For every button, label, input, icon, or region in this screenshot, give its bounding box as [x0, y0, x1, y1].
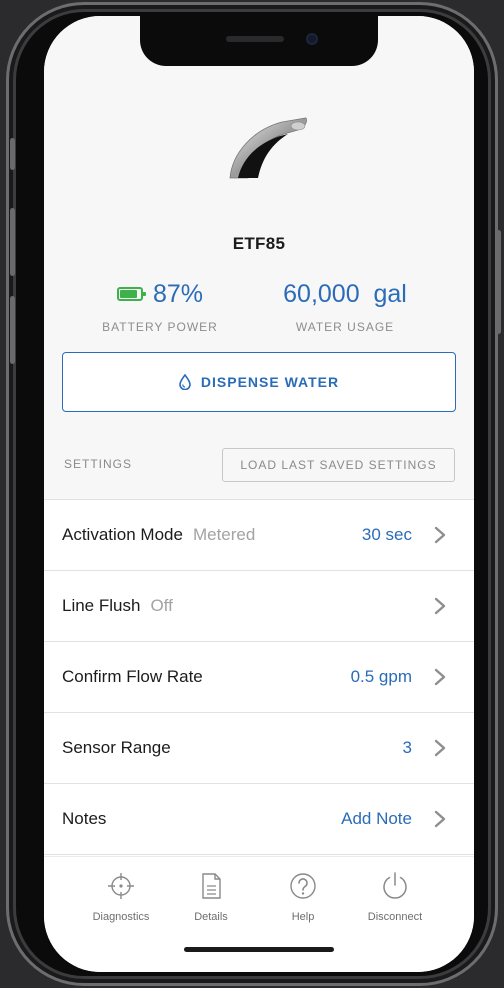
speaker-grille: [226, 36, 284, 42]
chevron-right-icon: [434, 668, 446, 686]
tab-diagnostics[interactable]: Diagnostics: [76, 871, 166, 923]
battery-value: 87%: [152, 279, 204, 308]
faucet-image: [229, 117, 307, 179]
settings-list: Activation Mode Metered 30 sec Line Flus…: [44, 500, 474, 855]
tab-label: Diagnostics: [92, 911, 150, 923]
battery-icon: [116, 287, 146, 301]
settings-section-label: SETTINGS: [64, 457, 133, 471]
setting-label: Activation Mode: [62, 525, 183, 544]
device-summary: ETF85 87% BATTERY POWER 60,000 gal WATER…: [44, 16, 474, 430]
water-usage-value: 60,000 gal: [283, 279, 407, 308]
tab-label: Details: [194, 911, 228, 923]
chevron-right-icon: [434, 597, 446, 615]
tab-help[interactable]: Help: [258, 871, 348, 923]
water-drop-icon: [179, 374, 191, 390]
bottom-tab-bar: Diagnostics Details Help Disconnect: [44, 856, 474, 972]
tab-label: Help: [291, 911, 315, 923]
setting-value: Add Note: [341, 809, 412, 828]
chevron-right-icon: [434, 526, 446, 544]
volume-down-button: [10, 296, 15, 364]
setting-label: Confirm Flow Rate: [62, 667, 203, 686]
setting-label: Notes: [62, 809, 107, 828]
setting-label: Sensor Range: [62, 738, 171, 757]
setting-value: 0.5 gpm: [350, 667, 412, 686]
question-icon: [290, 873, 316, 899]
product-name: ETF85: [232, 234, 286, 253]
app-screen: ETF85 87% BATTERY POWER 60,000 gal WATER…: [44, 16, 474, 972]
crosshair-icon: [108, 873, 134, 899]
setting-row-line-flush[interactable]: Line Flush Off: [44, 571, 474, 642]
setting-row-sensor-range[interactable]: Sensor Range 3: [44, 713, 474, 784]
home-indicator: [184, 947, 334, 952]
chevron-right-icon: [434, 739, 446, 757]
tab-disconnect[interactable]: Disconnect: [350, 871, 440, 923]
setting-subvalue: Off: [150, 596, 173, 615]
tab-label: Disconnect: [367, 911, 423, 923]
tab-details[interactable]: Details: [166, 871, 256, 923]
notch: [140, 16, 378, 66]
front-camera: [306, 33, 318, 45]
water-usage-label: WATER USAGE: [295, 320, 395, 334]
setting-row-activation-mode[interactable]: Activation Mode Metered 30 sec: [44, 500, 474, 571]
volume-up-button: [10, 208, 15, 276]
setting-row-notes[interactable]: Notes Add Note: [44, 784, 474, 855]
dispense-water-label: DISPENSE WATER: [200, 374, 340, 390]
load-last-saved-settings-button[interactable]: LOAD LAST SAVED SETTINGS: [222, 448, 455, 482]
power-side-button: [496, 230, 501, 334]
setting-value: 3: [402, 738, 412, 757]
battery-stat: 87% BATTERY POWER: [100, 278, 220, 335]
power-icon: [383, 872, 407, 899]
chevron-right-icon: [434, 810, 446, 828]
setting-row-confirm-flow-rate[interactable]: Confirm Flow Rate 0.5 gpm: [44, 642, 474, 713]
setting-label: Line Flush: [62, 596, 141, 615]
battery-label: BATTERY POWER: [102, 320, 218, 334]
dispense-water-button[interactable]: DISPENSE WATER: [62, 352, 456, 412]
mute-switch: [10, 138, 15, 170]
water-usage-stat: 60,000 gal WATER USAGE: [270, 278, 420, 335]
setting-value: 30 sec: [361, 525, 412, 544]
document-icon: [202, 873, 221, 899]
settings-header: SETTINGS LOAD LAST SAVED SETTINGS: [44, 430, 474, 500]
setting-subvalue: Metered: [192, 525, 256, 544]
